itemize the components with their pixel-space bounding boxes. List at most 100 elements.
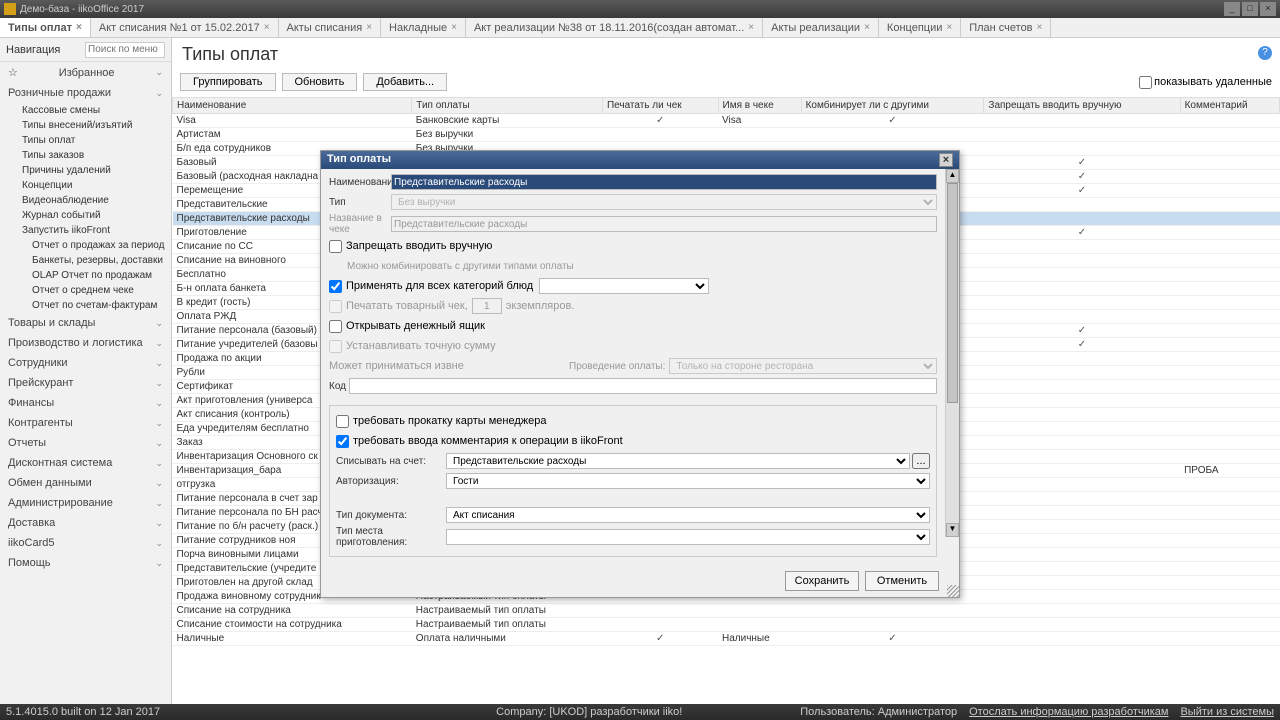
auth-select[interactable]: Гости [446,473,930,489]
help-icon[interactable]: ? [1258,46,1272,60]
sidebar-item[interactable]: Отчет о продажах за период [0,238,171,253]
sidebar-section[interactable]: Контрагенты⌄ [0,413,171,433]
all-categories-checkbox[interactable] [329,280,342,293]
print-check-checkbox [329,300,342,313]
table-row[interactable]: Списание стоимости на сотрудникаНастраив… [173,618,1280,632]
close-button[interactable]: × [1260,2,1276,16]
send-info-link[interactable]: Отослать информацию разработчикам [969,706,1168,718]
nav-search-input[interactable] [85,42,165,58]
code-input[interactable] [349,378,937,394]
sidebar-item[interactable]: Типы заказов [0,148,171,163]
dialog-scrollbar[interactable]: ▲ ▼ [945,169,959,537]
sidebar-section[interactable]: Доставка⌄ [0,513,171,533]
tab-close-icon[interactable]: × [864,22,870,33]
table-row[interactable]: НаличныеОплата наличными✓Наличные✓ [173,632,1280,646]
document-tab[interactable]: Акты реализации× [763,18,879,37]
resize-handle[interactable] [947,585,959,597]
tab-close-icon[interactable]: × [366,22,372,33]
name-input[interactable] [391,174,937,190]
scroll-up-button[interactable]: ▲ [946,169,959,183]
sidebar-item[interactable]: Типы внесений/изъятий [0,118,171,133]
sidebar-section[interactable]: Производство и логистика⌄ [0,333,171,353]
fix-sum-checkbox [329,340,342,353]
document-tab[interactable]: План счетов× [961,18,1051,37]
sidebar-item[interactable]: Видеонаблюдение [0,193,171,208]
sidebar-item[interactable]: Кассовые смены [0,103,171,118]
sidebar-section[interactable]: Прейскурант⌄ [0,373,171,393]
tab-close-icon[interactable]: × [1037,22,1043,33]
document-tab[interactable]: Акт списания №1 от 15.02.2017× [91,18,279,37]
sidebar-item[interactable]: OLAP Отчет по продажам [0,268,171,283]
account-browse-button[interactable]: ... [912,453,930,469]
tab-close-icon[interactable]: × [76,22,82,33]
sidebar-item[interactable]: Отчет по счетам-фактурам [0,298,171,313]
page-title: Типы оплат [172,38,1280,71]
tab-close-icon[interactable]: × [946,22,952,33]
add-button[interactable]: Добавить... [363,73,447,91]
column-header[interactable]: Комбинирует ли с другими [801,98,984,114]
payment-type-dialog: Тип оплаты × Наименование Тип Без выручк… [320,150,960,598]
tab-close-icon[interactable]: × [451,22,457,33]
table-row[interactable]: VisaБанковские карты✓Visa✓ [173,114,1280,128]
sidebar-item[interactable]: Причины удалений [0,163,171,178]
sidebar-section[interactable]: Финансы⌄ [0,393,171,413]
sidebar-section[interactable]: Администрирование⌄ [0,493,171,513]
document-tab[interactable]: Концепции× [879,18,961,37]
document-tab[interactable]: Акты списания× [279,18,382,37]
document-tab[interactable]: Типы оплат× [0,18,91,37]
column-header[interactable]: Печатать ли чек [602,98,718,114]
sidebar-section[interactable]: Сотрудники⌄ [0,353,171,373]
require-comment-checkbox[interactable] [336,435,349,448]
logout-link[interactable]: Выйти из системы [1180,706,1274,718]
open-drawer-checkbox[interactable] [329,320,342,333]
require-card-checkbox[interactable] [336,415,349,428]
doctype-label: Тип документа: [336,510,446,521]
cancel-button[interactable]: Отменить [865,571,939,591]
forbid-manual-checkbox[interactable] [329,240,342,253]
column-header[interactable]: Имя в чеке [718,98,801,114]
sidebar-item[interactable]: Типы оплат [0,133,171,148]
sidebar-item[interactable]: Концепции [0,178,171,193]
category-select[interactable] [539,278,709,294]
document-tab[interactable]: Акт реализации №38 от 18.11.2016(создан … [466,18,763,37]
column-header[interactable]: Наименование [173,98,412,114]
table-row[interactable]: Списание на сотрудникаНастраиваемый тип … [173,604,1280,618]
sidebar-section[interactable]: ☆ Избранное⌄ [0,62,171,83]
titlebar: Демо-база - iikoOffice 2017 _ □ × [0,0,1280,18]
all-categories-label: Применять для всех категорий блюд [346,280,533,292]
tab-close-icon[interactable]: × [264,22,270,33]
table-row[interactable]: АртистамБез выручки [173,128,1280,142]
fix-sum-label: Устанавливать точную сумму [346,340,496,352]
save-button[interactable]: Сохранить [785,571,859,591]
tab-close-icon[interactable]: × [748,22,754,33]
sidebar-section[interactable]: Отчеты⌄ [0,433,171,453]
maximize-button[interactable]: □ [1242,2,1258,16]
document-tab[interactable]: Накладные× [381,18,466,37]
column-header[interactable]: Запрещать вводить вручную [984,98,1180,114]
refresh-button[interactable]: Обновить [282,73,358,91]
placetype-select[interactable] [446,529,930,545]
scroll-down-button[interactable]: ▼ [946,523,959,537]
sidebar-section[interactable]: Обмен данными⌄ [0,473,171,493]
doctype-select[interactable]: Акт списания [446,507,930,523]
sidebar-section[interactable]: iikoCard5⌄ [0,533,171,553]
sidebar-section[interactable]: Помощь⌄ [0,553,171,573]
dialog-close-button[interactable]: × [939,153,953,167]
show-deleted-label[interactable]: показывать удаленные [1139,76,1272,89]
sidebar-item[interactable]: Запустить iikoFront [0,223,171,238]
sidebar-item[interactable]: Отчет о среднем чеке [0,283,171,298]
conduct-select: Только на стороне ресторана [669,358,937,374]
column-header[interactable]: Комментарий [1180,98,1279,114]
sidebar-section[interactable]: Дисконтная система⌄ [0,453,171,473]
sidebar-item[interactable]: Банкеты, резервы, доставки [0,253,171,268]
account-select[interactable]: Представительские расходы [446,453,910,469]
scroll-thumb[interactable] [947,183,958,403]
show-deleted-checkbox[interactable] [1139,76,1152,89]
sidebar-item[interactable]: Журнал событий [0,208,171,223]
sidebar-section[interactable]: Товары и склады⌄ [0,313,171,333]
group-button[interactable]: Группировать [180,73,276,91]
column-header[interactable]: Тип оплаты [412,98,603,114]
minimize-button[interactable]: _ [1224,2,1240,16]
sidebar-section[interactable]: Розничные продажи⌄ [0,83,171,103]
sidebar: Навигация ☆ Избранное⌄Розничные продажи⌄… [0,38,172,704]
